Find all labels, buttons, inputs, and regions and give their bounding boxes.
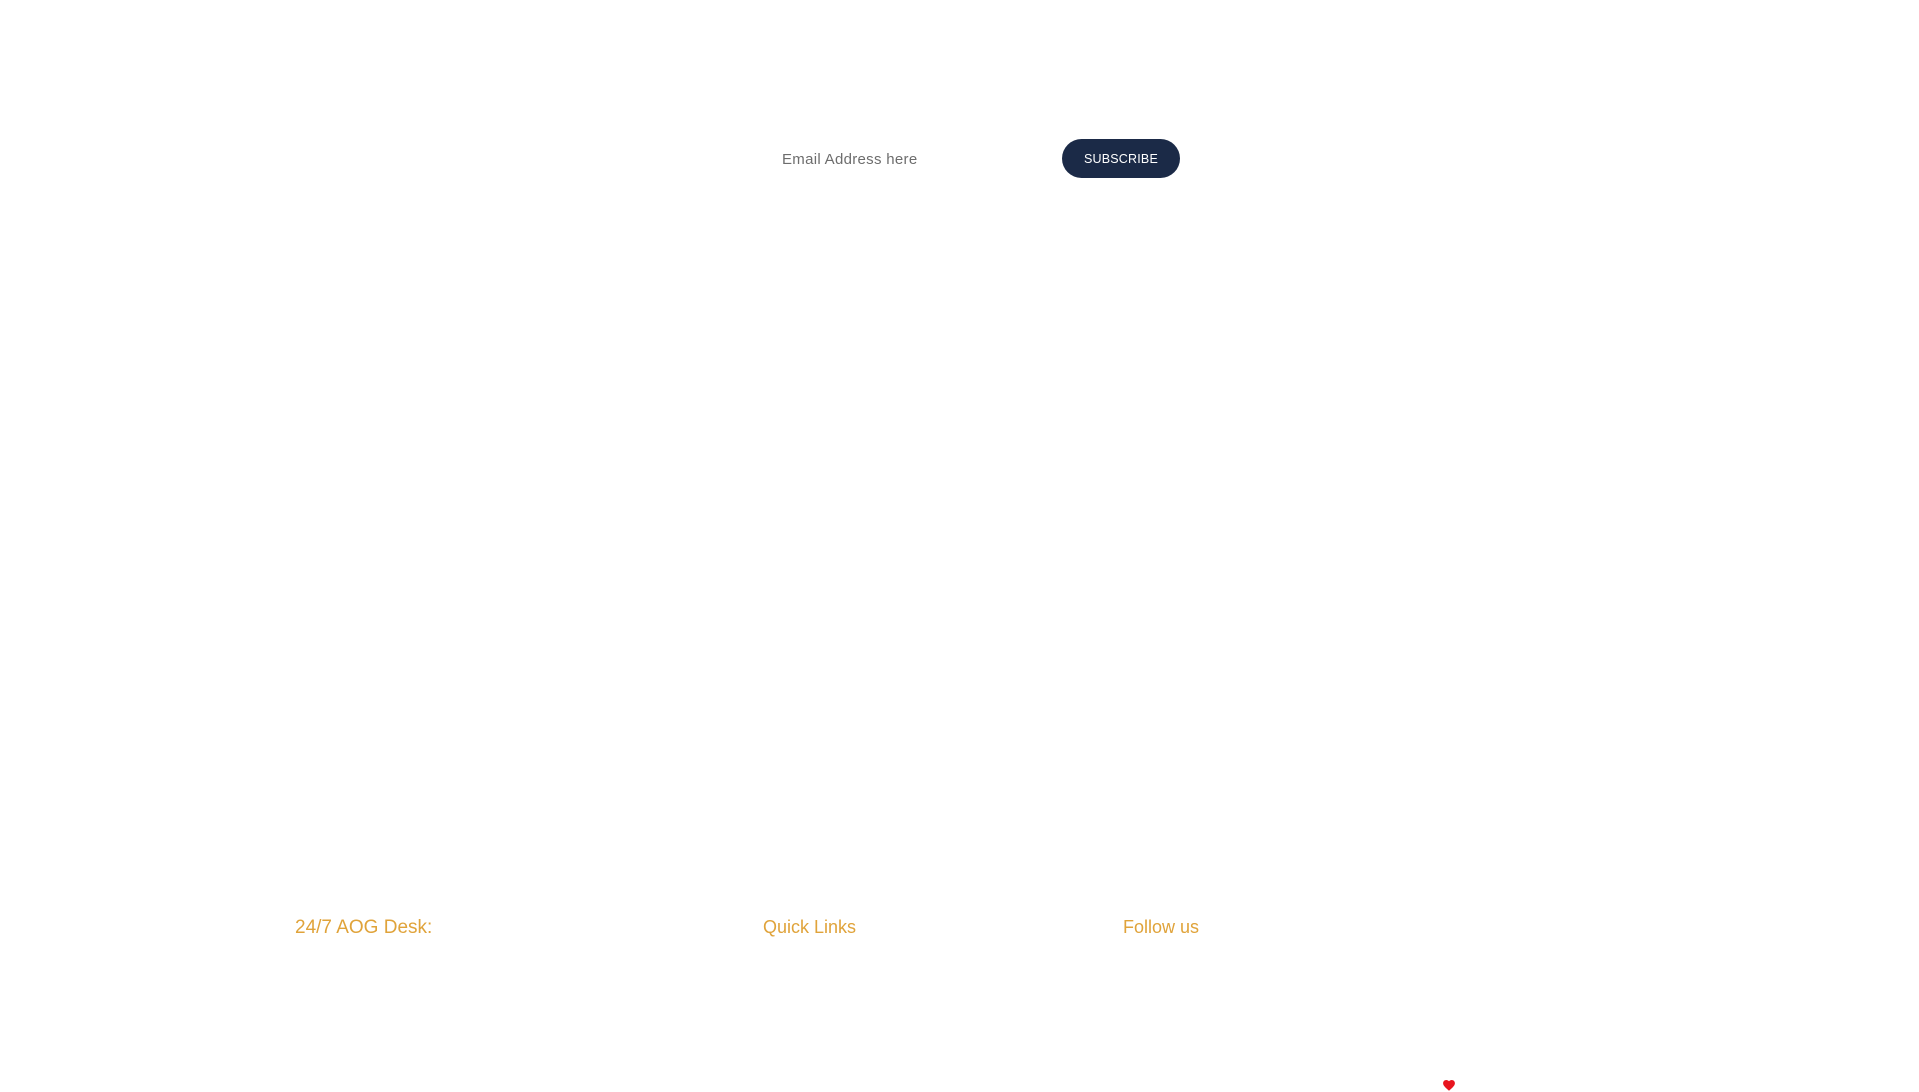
quick-links-heading: Quick Links <box>763 917 857 937</box>
email-input[interactable] <box>760 139 1050 179</box>
aog-desk-heading: 24/7 AOG Desk: <box>295 917 433 938</box>
newsletter-form: SUBSCRIBE <box>760 139 1180 179</box>
heart-icon <box>1443 1080 1455 1091</box>
subscribe-button[interactable]: SUBSCRIBE <box>1062 139 1180 178</box>
follow-us-heading: Follow us <box>1123 917 1200 937</box>
